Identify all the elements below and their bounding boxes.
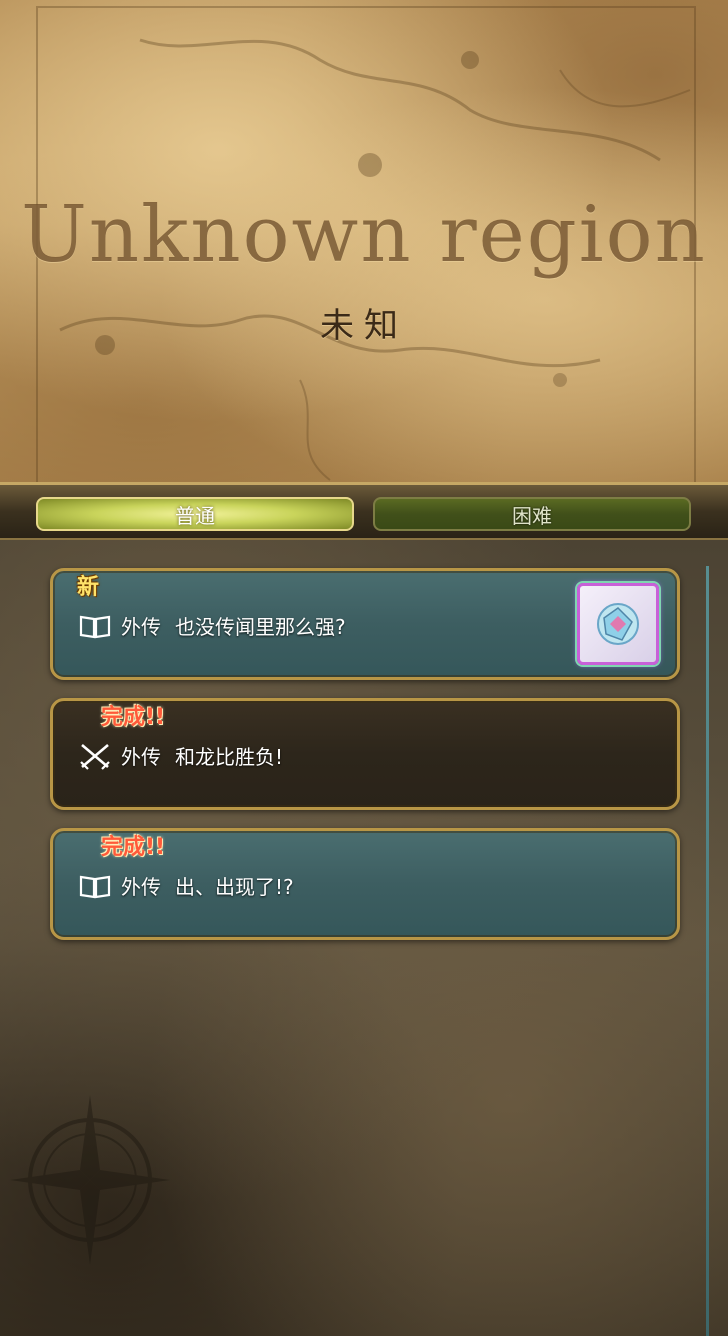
quest-screen: Unknown region 未知 普通 困难 新 外传 也没传闻里那么强? 完… [0, 0, 728, 1336]
quest-card-2[interactable]: 完成!! 外传 和龙比胜负! [50, 698, 680, 810]
quest-title: 和龙比胜负! [175, 745, 284, 769]
quest-card-3[interactable]: 完成!! 外传 出、出现了!? [50, 828, 680, 940]
stage-glyph-title: Unknown region [21, 190, 707, 280]
difficulty-tab-bar: 普通 困难 [0, 482, 728, 540]
quest-title: 出、出现了!? [175, 875, 294, 899]
quest-row: 外传 和龙比胜负! [79, 741, 283, 770]
crystal-icon [597, 603, 639, 645]
scrollbar[interactable] [706, 566, 709, 1336]
quest-row: 外传 也没传闻里那么强? [79, 611, 346, 640]
compass-rose-icon [10, 1095, 170, 1265]
book-icon [79, 615, 111, 638]
stage-title: 未知 [320, 306, 408, 346]
map-header: Unknown region 未知 [0, 0, 728, 500]
reward-item[interactable] [577, 583, 659, 665]
new-badge: 新 [77, 575, 100, 600]
quest-type: 外传 [121, 615, 161, 639]
completed-badge: 完成!! [101, 835, 166, 860]
quest-row: 外传 出、出现了!? [79, 871, 294, 900]
quest-type: 外传 [121, 875, 161, 899]
completed-badge: 完成!! [101, 705, 166, 730]
quest-title: 也没传闻里那么强? [175, 615, 346, 639]
book-icon [79, 875, 111, 898]
quest-card-1[interactable]: 新 外传 也没传闻里那么强? [50, 568, 680, 680]
tab-hard[interactable]: 困难 [373, 497, 691, 531]
crossed-swords-icon [80, 743, 110, 770]
tab-normal[interactable]: 普通 [36, 497, 354, 531]
quest-type: 外传 [121, 745, 161, 769]
